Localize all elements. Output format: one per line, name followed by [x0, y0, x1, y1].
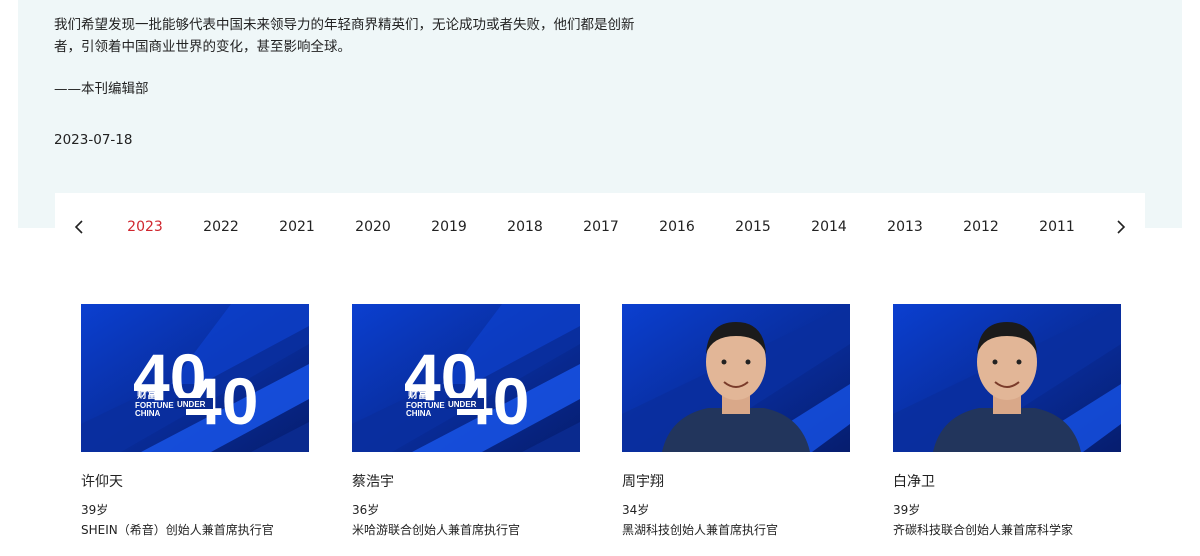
logo-en-2: CHINA — [406, 409, 432, 418]
logo-under: UNDER — [448, 400, 477, 409]
logo-cn: 财富 — [136, 388, 157, 401]
year-tab-2018[interactable]: 2018 — [489, 216, 561, 238]
honoree-name[interactable]: 白净卫 — [893, 472, 1121, 492]
intro-date: 2023-07-18 — [54, 132, 133, 148]
honoree-card[interactable]: 周宇翔 34岁黑湖科技创始人兼首席执行官 — [622, 304, 850, 538]
honoree-photo[interactable] — [622, 304, 850, 452]
year-prev-button[interactable] — [69, 215, 89, 239]
year-tab-2013[interactable]: 2013 — [869, 216, 941, 238]
year-tab-2022[interactable]: 2022 — [185, 216, 257, 238]
year-selector: 2023 2022 2021 2020 2019 2018 2017 2016 2015 2014… — [55, 193, 1145, 259]
year-tab-2019[interactable]: 2019 — [413, 216, 485, 238]
honoree-name[interactable]: 周宇翔 — [622, 472, 850, 492]
fortune-40-under-40-logo: 40 40 UNDER 财富 FORTUNE CHINA — [81, 304, 309, 452]
portrait-photo — [893, 304, 1121, 452]
honoree-card[interactable]: 白净卫 39岁齐碳科技联合创始人兼首席科学家 — [893, 304, 1121, 538]
year-tab-2011[interactable]: 2011 — [1021, 216, 1093, 238]
intro-signature: ——本刊编辑部 — [54, 81, 149, 97]
chevron-right-icon — [1117, 220, 1126, 234]
year-tab-2023[interactable]: 2023 — [109, 216, 181, 238]
year-tab-2014[interactable]: 2014 — [793, 216, 865, 238]
honoree-age: 39岁 — [893, 503, 921, 517]
honoree-name[interactable]: 许仰天 — [81, 472, 309, 492]
honoree-title: 黑湖科技创始人兼首席执行官 — [622, 523, 779, 537]
logo-cn: 财富 — [407, 388, 428, 401]
year-tab-2020[interactable]: 2020 — [337, 216, 409, 238]
honoree-title: SHEIN（希音）创始人兼首席执行官 — [81, 523, 274, 537]
year-tab-2017[interactable]: 2017 — [565, 216, 637, 238]
year-tab-2015[interactable]: 2015 — [717, 216, 789, 238]
year-next-button[interactable] — [1111, 215, 1131, 239]
logo-en-2: CHINA — [135, 409, 161, 418]
portrait-photo — [622, 304, 850, 452]
chevron-left-icon — [74, 220, 83, 234]
honoree-name[interactable]: 蔡浩宇 — [352, 472, 580, 492]
honoree-age: 36岁 — [352, 503, 380, 517]
honoree-photo[interactable]: 40 40 UNDER 财富 FORTUNE CHINA — [352, 304, 580, 452]
honoree-title: 齐碳科技联合创始人兼首席科学家 — [893, 523, 1074, 537]
year-tab-2016[interactable]: 2016 — [641, 216, 713, 238]
honoree-title: 米哈游联合创始人兼首席执行官 — [352, 523, 521, 537]
year-tab-2012[interactable]: 2012 — [945, 216, 1017, 238]
honoree-age: 39岁 — [81, 503, 109, 517]
honoree-photo[interactable] — [893, 304, 1121, 452]
year-tab-2021[interactable]: 2021 — [261, 216, 333, 238]
honoree-card[interactable]: 40 40 UNDER 财富 FORTUNE CHINA 许仰天 39岁 SHEIN… — [81, 304, 309, 538]
honoree-age: 34岁 — [622, 503, 650, 517]
honoree-photo[interactable]: 40 40 UNDER 财富 FORTUNE CHINA — [81, 304, 309, 452]
logo-under: UNDER — [177, 400, 206, 409]
honoree-card[interactable]: 40 40 UNDER 财富 FORTUNE CHINA 蔡浩宇 36岁米哈游联合… — [352, 304, 580, 538]
intro-paragraph: 我们希望发现一批能够代表中国未来领导力的年轻商界精英们，无论成功或者失败，他们都… — [54, 17, 635, 55]
fortune-40-under-40-logo: 40 40 UNDER 财富 FORTUNE CHINA — [352, 304, 580, 452]
